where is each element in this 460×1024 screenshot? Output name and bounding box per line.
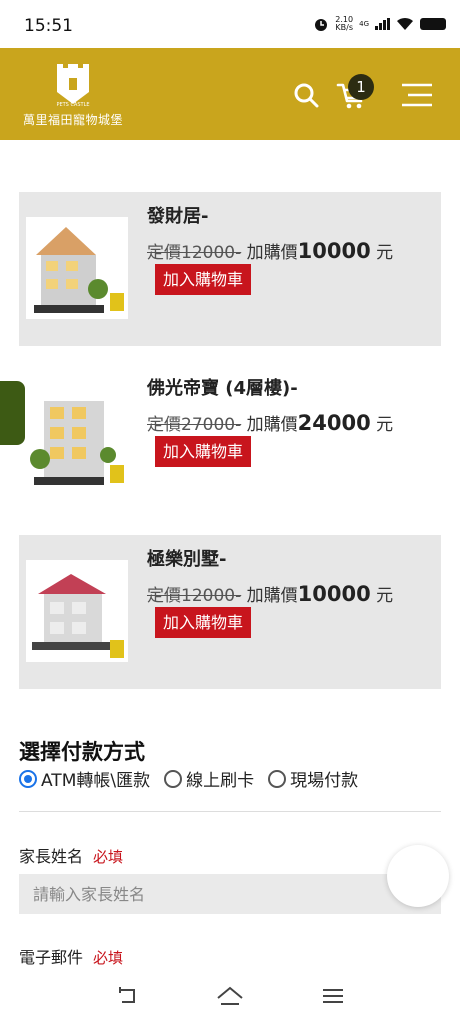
status-icons: 2.10 KB/s 4G: [313, 16, 446, 32]
cart-count-badge: 1: [348, 74, 374, 100]
payment-option-onsite[interactable]: 現場付款: [268, 766, 358, 791]
payment-option-card[interactable]: 線上刷卡: [164, 766, 254, 791]
search-icon[interactable]: [293, 82, 319, 108]
house-model-image: [34, 227, 124, 313]
network-type: 4G: [359, 20, 369, 28]
product-image[interactable]: [26, 389, 128, 491]
menu-icon[interactable]: [322, 984, 344, 1008]
required-mark: 必填: [93, 949, 124, 967]
deal-price: 24000: [297, 411, 371, 435]
parent-name-input[interactable]: [19, 874, 441, 914]
product-image[interactable]: [26, 560, 128, 662]
radio-atm[interactable]: [19, 769, 37, 788]
email-label: 電子郵件 必填: [19, 948, 124, 967]
deal-label: 加購價: [246, 415, 298, 435]
price-unit: 元: [370, 586, 394, 606]
deal-label: 加購價: [246, 243, 298, 263]
product-card: 發財居- 定價12000- 加購價10000 元 加入購物車: [19, 192, 441, 346]
price-line: 定價27000- 加購價24000 元: [147, 410, 393, 435]
payment-option-label: 現場付款: [290, 771, 359, 791]
chat-button[interactable]: [387, 845, 449, 907]
price-line: 定價12000- 加購價10000 元: [147, 238, 393, 263]
section-divider: [19, 811, 441, 812]
payment-option-label: 線上刷卡: [186, 771, 255, 791]
payment-options: ATM轉帳\匯款 線上刷卡 現場付款: [19, 766, 372, 791]
site-header: PETS CASTLE 萬里福田寵物城堡 1: [0, 48, 460, 140]
add-to-cart-button[interactable]: 加入購物車: [155, 264, 252, 295]
payment-option-atm[interactable]: ATM轉帳\匯款: [19, 766, 150, 791]
original-price: 定價27000-: [147, 415, 242, 435]
original-price: 定價12000-: [147, 586, 242, 606]
house-model-image: [30, 401, 124, 485]
original-price: 定價12000-: [147, 243, 242, 263]
deal-price: 10000: [297, 582, 371, 606]
wifi-icon: [397, 17, 413, 30]
add-to-cart-button[interactable]: 加入購物車: [155, 436, 252, 467]
payment-option-label: ATM轉帳\匯款: [41, 771, 151, 791]
radio-onsite[interactable]: [268, 769, 287, 788]
signal-icon: [375, 18, 390, 30]
payment-title: 選擇付款方式: [19, 740, 145, 764]
back-icon[interactable]: [116, 984, 140, 1008]
radio-card[interactable]: [164, 769, 183, 788]
net-speed: 2.10 KB/s: [335, 15, 354, 32]
deal-price: 10000: [297, 239, 371, 263]
alarm-icon: [315, 19, 328, 31]
product-name[interactable]: 佛光帝寶 (4層樓)-: [147, 374, 298, 400]
home-icon[interactable]: [216, 984, 244, 1008]
deal-label: 加購價: [246, 586, 298, 606]
system-nav-bar: [0, 972, 460, 1024]
product-image[interactable]: [26, 217, 128, 319]
logo-name: 萬里福田寵物城堡: [22, 113, 123, 127]
house-model-image: [32, 574, 124, 658]
menu-icon[interactable]: [400, 82, 434, 108]
site-logo[interactable]: PETS CASTLE 萬里福田寵物城堡: [18, 62, 128, 132]
price-unit: 元: [370, 243, 394, 263]
product-name[interactable]: 發財居-: [147, 202, 208, 228]
castle-logo-icon: [57, 64, 89, 104]
logo-small-text: PETS CASTLE: [56, 102, 90, 108]
battery-icon: [420, 18, 446, 30]
product-card: 佛光帝寶 (4層樓)- 定價27000- 加購價24000 元 加入購物車: [19, 364, 441, 518]
price-line: 定價12000- 加購價10000 元: [147, 581, 393, 606]
product-name[interactable]: 極樂別墅-: [147, 545, 226, 571]
product-card: 極樂別墅- 定價12000- 加購價10000 元 加入購物車: [19, 535, 441, 689]
price-unit: 元: [370, 415, 394, 435]
required-mark: 必填: [93, 848, 124, 866]
status-time: 15:51: [24, 16, 73, 36]
add-to-cart-button[interactable]: 加入購物車: [155, 607, 252, 638]
parent-name-label: 家長姓名 必填: [19, 847, 124, 866]
status-bar: 15:51 2.10 KB/s 4G: [0, 0, 460, 48]
